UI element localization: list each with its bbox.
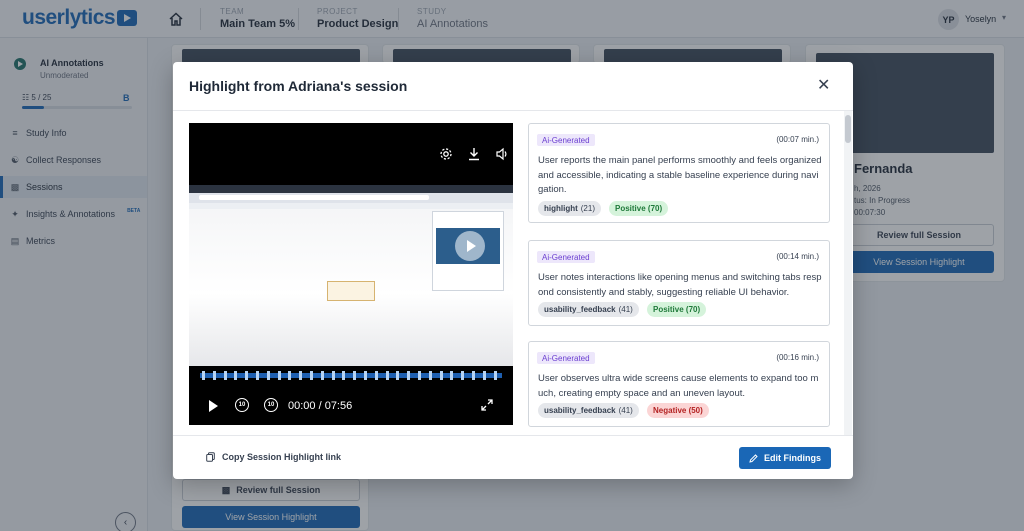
timeline-marker[interactable] <box>288 371 292 380</box>
finding-timestamp[interactable]: (00:14 min.) <box>776 252 819 261</box>
screen-menubar <box>189 185 513 193</box>
finding-text: User notes interactions like opening men… <box>538 272 822 298</box>
edit-findings-button[interactable]: Edit Findings <box>739 447 831 469</box>
tag-label: Positive (70) <box>615 204 663 213</box>
copy-icon <box>206 452 215 462</box>
play-icon[interactable] <box>209 400 218 412</box>
timeline-marker[interactable] <box>245 371 249 380</box>
timeline-marker[interactable] <box>439 371 443 380</box>
skip-back-label: 10 <box>238 402 246 408</box>
screen-document <box>327 281 375 301</box>
finding-text: User observes ultra wide screens cause e… <box>538 373 819 399</box>
divider <box>173 435 853 436</box>
edit-findings-label: Edit Findings <box>764 453 821 463</box>
tag-label: highlight <box>544 204 578 213</box>
tag-count: (41) <box>618 406 633 415</box>
tag-label: Positive (70) <box>653 305 701 314</box>
pencil-icon <box>749 453 758 463</box>
timeline-marker[interactable] <box>202 371 205 380</box>
finding-card[interactable]: Ai-Generated (00:07 min.) User reports t… <box>528 123 830 223</box>
finding-card[interactable]: Ai-Generated (00:16 min.) User observes … <box>528 341 830 427</box>
finding-card[interactable]: Ai-Generated (00:14 min.) User notes int… <box>528 240 830 326</box>
modal-title: Highlight from Adriana's session <box>189 78 408 94</box>
volume-icon[interactable] <box>495 147 509 161</box>
tag-positive: Positive (70) <box>609 201 669 216</box>
ai-generated-badge: Ai-Generated <box>537 134 595 146</box>
timeline-marker[interactable] <box>331 371 335 380</box>
timeline-marker[interactable] <box>299 371 303 380</box>
findings-scrollbar[interactable] <box>844 111 852 435</box>
tag-label: usability_feedback <box>544 406 616 415</box>
tag-usability-feedback: usability_feedback (41) <box>538 403 639 418</box>
timeline-marker[interactable] <box>374 371 378 380</box>
timeline-marker[interactable] <box>223 371 227 380</box>
copy-highlight-link-button[interactable]: Copy Session Highlight link <box>206 452 341 462</box>
timeline-marker[interactable] <box>364 371 367 380</box>
fullscreen-icon[interactable] <box>481 399 493 411</box>
rewind-10-icon[interactable]: 10 <box>235 398 249 412</box>
timeline-marker[interactable] <box>450 371 454 380</box>
tag-negative: Negative (50) <box>647 403 709 418</box>
tag-highlight: highlight (21) <box>538 201 601 216</box>
timeline-marker[interactable] <box>472 371 475 380</box>
timeline-marker[interactable] <box>396 371 400 380</box>
finding-timestamp[interactable]: (00:16 min.) <box>776 353 819 362</box>
timeline-marker[interactable] <box>277 371 281 380</box>
download-icon[interactable] <box>467 147 481 161</box>
timeline-marker[interactable] <box>234 371 238 380</box>
timeline-marker[interactable] <box>418 371 421 380</box>
video-player[interactable]: 10 10 00:00 / 07:56 <box>189 123 513 425</box>
tag-count: (21) <box>580 204 595 213</box>
timeline-marker[interactable] <box>493 371 497 380</box>
tag-positive: Positive (70) <box>647 302 707 317</box>
tag-count: (41) <box>618 305 633 314</box>
timeline-marker[interactable] <box>353 371 357 380</box>
timeline-marker[interactable] <box>482 371 486 380</box>
video-frame <box>189 185 513 366</box>
finding-timestamp[interactable]: (00:07 min.) <box>776 135 819 144</box>
findings-list[interactable]: Ai-Generated (00:07 min.) User reports t… <box>528 123 843 435</box>
ai-generated-badge: Ai-Generated <box>537 352 595 364</box>
screen-bookmarks <box>189 203 513 209</box>
timeline-marker[interactable] <box>428 371 432 380</box>
tag-usability-feedback: usability_feedback (41) <box>538 302 639 317</box>
timeline-marker[interactable] <box>310 371 313 380</box>
gear-icon[interactable] <box>439 147 453 161</box>
screen-address-bar <box>199 195 429 200</box>
timeline-marker[interactable] <box>212 371 216 380</box>
timeline-marker[interactable] <box>320 371 324 380</box>
copy-link-label: Copy Session Highlight link <box>222 452 342 462</box>
finding-text: User reports the main panel performs smo… <box>538 155 822 195</box>
timeline-marker[interactable] <box>256 371 259 380</box>
tag-label: usability_feedback <box>544 305 616 314</box>
forward-10-icon[interactable]: 10 <box>264 398 278 412</box>
timeline-marker[interactable] <box>461 371 465 380</box>
timeline-marker[interactable] <box>266 371 270 380</box>
close-icon[interactable]: ✕ <box>817 78 830 94</box>
highlight-modal: Highlight from Adriana's session ✕ 10 10… <box>173 62 853 479</box>
ai-generated-badge: Ai-Generated <box>537 251 595 263</box>
tag-label: Negative (50) <box>653 406 703 415</box>
timeline-marker[interactable] <box>407 371 411 380</box>
skip-forward-label: 10 <box>267 402 275 408</box>
scrollbar-thumb[interactable] <box>845 115 851 143</box>
video-time: 00:00 / 07:56 <box>288 400 353 412</box>
play-icon <box>455 231 485 261</box>
timeline-marker[interactable] <box>385 371 389 380</box>
divider <box>173 110 853 111</box>
timeline-marker[interactable] <box>342 371 346 380</box>
